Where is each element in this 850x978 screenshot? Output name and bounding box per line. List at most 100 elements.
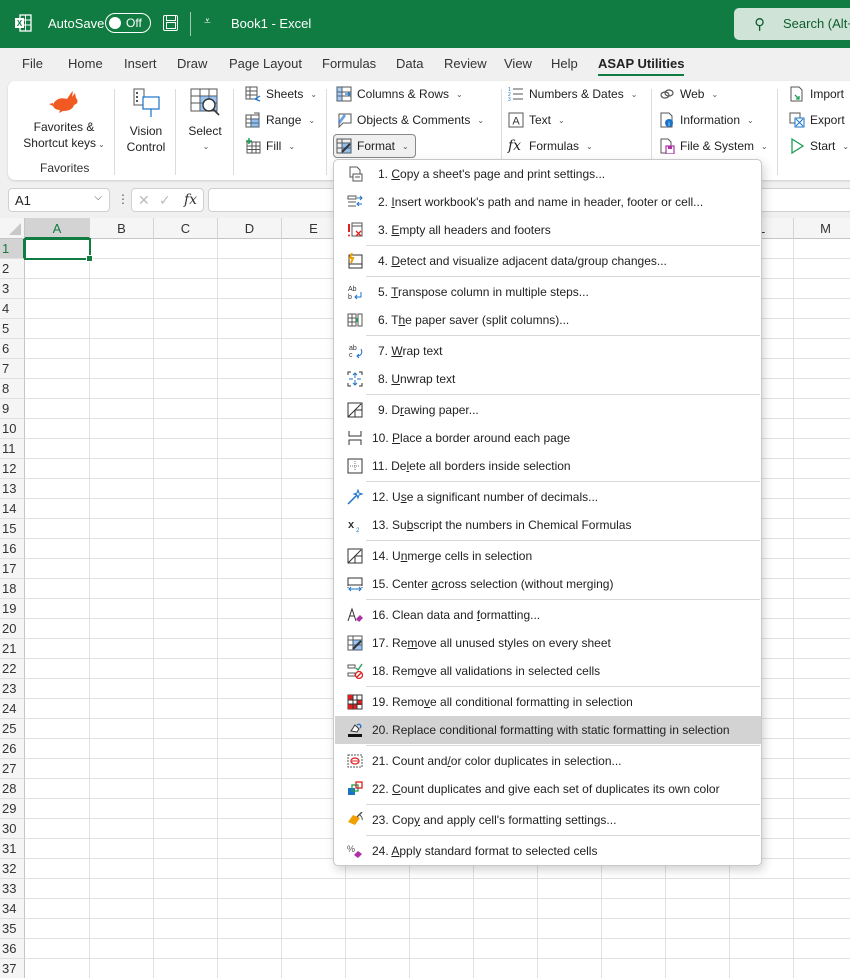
format-menu-item-13[interactable]: x 2 13. Subscript the numbers in Chemical … xyxy=(335,511,761,539)
tab-review[interactable]: Review xyxy=(444,56,487,71)
format-menu-item-24[interactable]: % 24. Apply standard format to selected c… xyxy=(335,837,761,865)
row-header-5[interactable]: 5 xyxy=(0,319,25,339)
tab-insert[interactable]: Insert xyxy=(124,56,157,71)
row-header-7[interactable]: 7 xyxy=(0,359,25,379)
web-button[interactable]: Web ⌄ xyxy=(659,84,718,104)
row-header-32[interactable]: 32 xyxy=(0,859,25,879)
format-menu-item-22[interactable]: 22. Count duplicates and give each set o… xyxy=(335,775,761,803)
active-cell-a1[interactable] xyxy=(24,238,93,262)
row-header-25[interactable]: 25 xyxy=(0,719,25,739)
column-header-d[interactable]: D xyxy=(218,218,282,239)
name-box[interactable]: A1 ⌵ xyxy=(8,188,110,212)
format-menu-item-14[interactable]: 14. Unmerge cells in selection xyxy=(335,542,761,570)
tab-formulas[interactable]: Formulas xyxy=(322,56,376,71)
select-all-button[interactable] xyxy=(0,218,25,239)
tab-home[interactable]: Home xyxy=(68,56,103,71)
format-menu-item-6[interactable]: 6. The paper saver (split columns)... xyxy=(335,306,761,334)
row-header-30[interactable]: 30 xyxy=(0,819,25,839)
row-header-4[interactable]: 4 xyxy=(0,299,25,319)
row-header-17[interactable]: 17 xyxy=(0,559,25,579)
row-header-14[interactable]: 14 xyxy=(0,499,25,519)
format-menu-item-17[interactable]: 17. Remove all unused styles on every sh… xyxy=(335,629,761,657)
row-header-35[interactable]: 35 xyxy=(0,919,25,939)
row-header-34[interactable]: 34 xyxy=(0,899,25,919)
column-header-c[interactable]: C xyxy=(154,218,218,239)
format-menu-item-19[interactable]: 19. Remove all conditional formatting in… xyxy=(335,688,761,716)
information-button[interactable]: i Information ⌄ xyxy=(659,110,754,130)
fill-button[interactable]: Fill ⌄ xyxy=(245,136,295,156)
more-options-icon[interactable]: ⋮ xyxy=(117,192,129,206)
autosave-toggle[interactable]: Off xyxy=(105,13,151,33)
row-header-11[interactable]: 11 xyxy=(0,439,25,459)
numbers-dates-button[interactable]: 123 Numbers & Dates ⌄ xyxy=(508,84,637,104)
row-header-28[interactable]: 28 xyxy=(0,779,25,799)
format-menu-item-8[interactable]: 8. Unwrap text xyxy=(335,365,761,393)
start-button[interactable]: Start ⌄ xyxy=(789,136,849,156)
insert-function-icon[interactable]: fx xyxy=(184,192,197,208)
row-header-18[interactable]: 18 xyxy=(0,579,25,599)
vision-control-button[interactable]: Vision Control xyxy=(118,87,174,155)
row-header-26[interactable]: 26 xyxy=(0,739,25,759)
format-menu-item-4[interactable]: 4. Detect and visualize adjacent data/gr… xyxy=(335,247,761,275)
enter-icon[interactable]: ✓ xyxy=(159,192,171,209)
row-header-6[interactable]: 6 xyxy=(0,339,25,359)
row-header-21[interactable]: 21 xyxy=(0,639,25,659)
row-header-24[interactable]: 24 xyxy=(0,699,25,719)
row-header-36[interactable]: 36 xyxy=(0,939,25,959)
format-menu-item-16[interactable]: 16. Clean data and formatting... xyxy=(335,601,761,629)
row-header-22[interactable]: 22 xyxy=(0,659,25,679)
cancel-icon[interactable]: ✕ xyxy=(138,192,150,209)
row-header-29[interactable]: 29 xyxy=(0,799,25,819)
tab-help[interactable]: Help xyxy=(551,56,578,71)
format-menu-item-2[interactable]: 2. Insert workbook's path and name in he… xyxy=(335,188,761,216)
sheets-button[interactable]: Sheets ⌄ xyxy=(245,84,317,104)
columns-rows-button[interactable]: Columns & Rows ⌄ xyxy=(336,84,463,104)
format-menu-item-7[interactable]: ab c 7. Wrap text xyxy=(335,337,761,365)
row-header-31[interactable]: 31 xyxy=(0,839,25,859)
customize-quick-access-icon[interactable]: ⩡ xyxy=(204,14,211,29)
tab-asap-utilities[interactable]: ASAP Utilities xyxy=(598,56,685,76)
format-menu-item-10[interactable]: 10. Place a border around each page xyxy=(335,424,761,452)
row-header-12[interactable]: 12 xyxy=(0,459,25,479)
format-menu-item-5[interactable]: Ab b 5. Transpose column in multiple steps… xyxy=(335,278,761,306)
import-button[interactable]: Import⌄ xyxy=(789,84,850,104)
text-button[interactable]: A Text ⌄ xyxy=(508,110,565,130)
format-menu-item-12[interactable]: 12. Use a significant number of decimals… xyxy=(335,483,761,511)
favorites-button[interactable]: Favorites & Shortcut keys ⌄ xyxy=(14,87,114,153)
row-header-37[interactable]: 37 xyxy=(0,959,25,978)
column-header-a[interactable]: A xyxy=(25,218,90,239)
format-menu-item-18[interactable]: 18. Remove all validations in selected c… xyxy=(335,657,761,685)
tab-draw[interactable]: Draw xyxy=(177,56,207,71)
range-button[interactable]: Range ⌄ xyxy=(245,110,315,130)
row-header-10[interactable]: 10 xyxy=(0,419,25,439)
format-button[interactable]: Format ⌄ xyxy=(333,134,416,158)
row-header-3[interactable]: 3 xyxy=(0,279,25,299)
column-header-b[interactable]: B xyxy=(90,218,154,239)
chevron-down-icon[interactable]: ⌵ xyxy=(94,192,102,203)
row-header-8[interactable]: 8 xyxy=(0,379,25,399)
format-menu-item-11[interactable]: 11. Delete all borders inside selection xyxy=(335,452,761,480)
save-icon[interactable] xyxy=(163,15,178,31)
format-menu-item-1[interactable]: 1. Copy a sheet's page and print setting… xyxy=(335,160,761,188)
row-header-13[interactable]: 13 xyxy=(0,479,25,499)
row-header-9[interactable]: 9 xyxy=(0,399,25,419)
row-header-20[interactable]: 20 xyxy=(0,619,25,639)
row-header-15[interactable]: 15 xyxy=(0,519,25,539)
column-header-m[interactable]: M xyxy=(794,218,850,239)
file-system-button[interactable]: File & System ⌄ xyxy=(659,136,768,156)
row-header-16[interactable]: 16 xyxy=(0,539,25,559)
format-menu-item-3[interactable]: 3. Empty all headers and footers xyxy=(335,216,761,244)
search-box[interactable]: ⚲ Search (Alt+Q) xyxy=(734,8,850,40)
row-header-1[interactable]: 1 xyxy=(0,239,25,259)
format-menu-item-9[interactable]: 9. Drawing paper... xyxy=(335,396,761,424)
tab-data[interactable]: Data xyxy=(396,56,423,71)
objects-comments-button[interactable]: Objects & Comments ⌄ xyxy=(336,110,484,130)
select-button[interactable]: Select ⌄ xyxy=(180,87,230,155)
row-header-19[interactable]: 19 xyxy=(0,599,25,619)
export-button[interactable]: Export⌄ xyxy=(789,110,850,130)
tab-page-layout[interactable]: Page Layout xyxy=(229,56,302,71)
row-header-23[interactable]: 23 xyxy=(0,679,25,699)
formulas-button[interactable]: fx Formulas ⌄ xyxy=(508,136,593,156)
row-header-2[interactable]: 2 xyxy=(0,259,25,279)
row-header-27[interactable]: 27 xyxy=(0,759,25,779)
